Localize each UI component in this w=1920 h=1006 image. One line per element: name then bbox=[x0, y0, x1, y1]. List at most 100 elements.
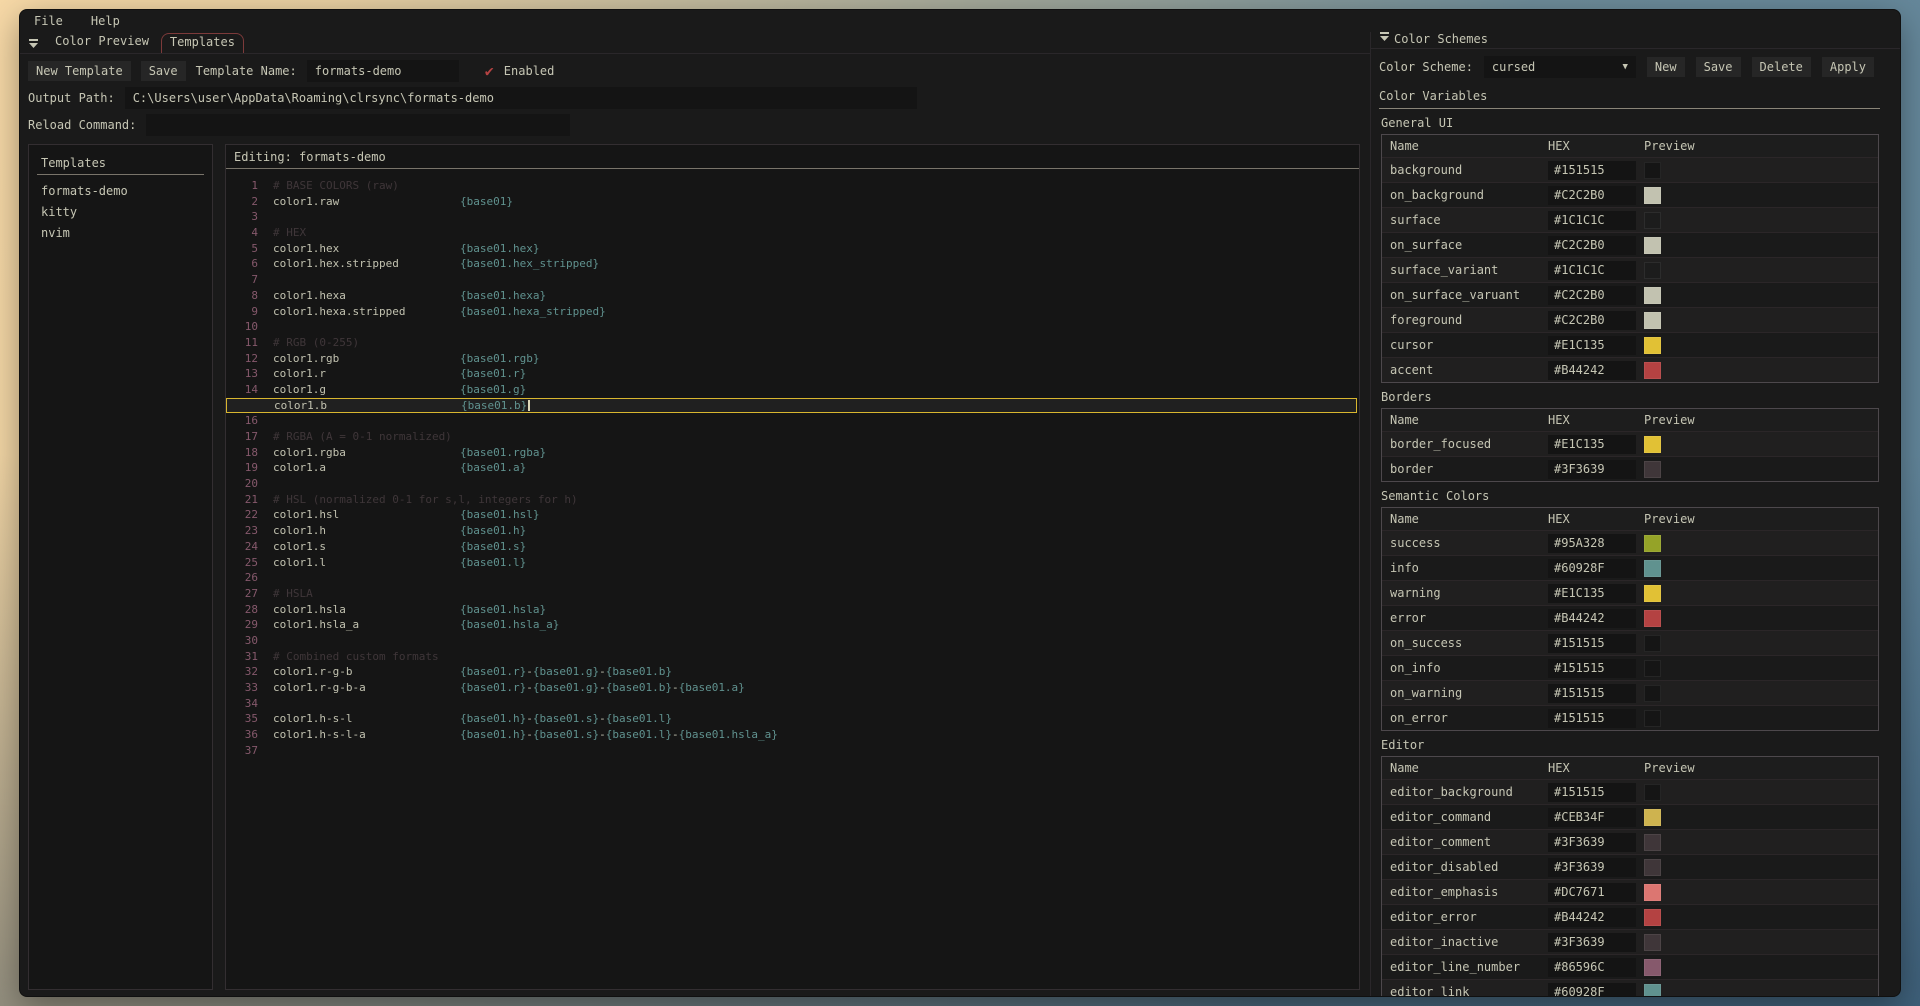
color-swatch[interactable] bbox=[1644, 535, 1661, 552]
template-name-input[interactable]: formats-demo bbox=[307, 60, 459, 82]
hex-input[interactable]: #E1C135 bbox=[1548, 435, 1636, 454]
code-line[interactable]: 6color1.hex.stripped{base01.hex_stripped… bbox=[226, 256, 1359, 272]
menu-item-help[interactable]: Help bbox=[91, 14, 120, 28]
color-swatch[interactable] bbox=[1644, 710, 1661, 727]
template-item-formats-demo[interactable]: formats-demo bbox=[29, 181, 212, 202]
code-line[interactable]: 2color1.raw{base01} bbox=[226, 194, 1359, 210]
code-line[interactable]: 21# HSL (normalized 0-1 for s,l, integer… bbox=[226, 492, 1359, 508]
reload-command-input[interactable] bbox=[146, 114, 570, 136]
color-swatch[interactable] bbox=[1644, 362, 1661, 379]
hex-input[interactable]: #CEB34F bbox=[1548, 808, 1636, 827]
template-item-kitty[interactable]: kitty bbox=[29, 202, 212, 223]
hex-input[interactable]: #DC7671 bbox=[1548, 883, 1636, 902]
color-swatch[interactable] bbox=[1644, 436, 1661, 453]
color-swatch[interactable] bbox=[1644, 635, 1661, 652]
save-scheme-button[interactable]: Save bbox=[1696, 57, 1741, 77]
code-line[interactable]: 12color1.rgb{base01.rgb} bbox=[226, 351, 1359, 367]
code-line[interactable]: 28color1.hsla{base01.hsla} bbox=[226, 602, 1359, 618]
color-swatch[interactable] bbox=[1644, 287, 1661, 304]
color-swatch[interactable] bbox=[1644, 909, 1661, 926]
code-line[interactable]: 32color1.r-g-b{base01.r}-{base01.g}-{bas… bbox=[226, 664, 1359, 680]
new-template-button[interactable]: New Template bbox=[28, 61, 131, 81]
code-line[interactable]: 1# BASE COLORS (raw) bbox=[226, 178, 1359, 194]
hex-input[interactable]: #1C1C1C bbox=[1548, 211, 1636, 230]
color-swatch[interactable] bbox=[1644, 187, 1661, 204]
hex-input[interactable]: #C2C2B0 bbox=[1548, 186, 1636, 205]
color-swatch[interactable] bbox=[1644, 859, 1661, 876]
tab-color-preview[interactable]: Color Preview bbox=[47, 33, 157, 53]
code-line[interactable]: 18color1.rgba{base01.rgba} bbox=[226, 445, 1359, 461]
output-path-input[interactable]: C:\Users\user\AppData\Roaming\clrsync\fo… bbox=[125, 87, 917, 109]
code-line[interactable]: 14color1.g{base01.g} bbox=[226, 382, 1359, 398]
color-swatch[interactable] bbox=[1644, 884, 1661, 901]
code-line[interactable]: 25color1.l{base01.l} bbox=[226, 555, 1359, 571]
tab-templates[interactable]: Templates bbox=[161, 33, 244, 53]
color-swatch[interactable] bbox=[1644, 685, 1661, 702]
color-swatch[interactable] bbox=[1644, 312, 1661, 329]
code-line[interactable]: 35color1.h-s-l{base01.h}-{base01.s}-{bas… bbox=[226, 711, 1359, 727]
color-swatch[interactable] bbox=[1644, 560, 1661, 577]
hex-input[interactable]: #151515 bbox=[1548, 684, 1636, 703]
new-scheme-button[interactable]: New bbox=[1647, 57, 1685, 77]
color-swatch[interactable] bbox=[1644, 784, 1661, 801]
hex-input[interactable]: #60928F bbox=[1548, 559, 1636, 578]
code-line[interactable]: 26 bbox=[226, 570, 1359, 586]
code-line[interactable]: 10 bbox=[226, 319, 1359, 335]
color-swatch[interactable] bbox=[1644, 162, 1661, 179]
code-line[interactable]: 27# HSLA bbox=[226, 586, 1359, 602]
save-template-button[interactable]: Save bbox=[141, 61, 186, 81]
menu-item-file[interactable]: File bbox=[34, 14, 63, 28]
code-line[interactable]: 5color1.hex{base01.hex} bbox=[226, 241, 1359, 257]
hex-input[interactable]: #151515 bbox=[1548, 634, 1636, 653]
hex-input[interactable]: #60928F bbox=[1548, 983, 1636, 997]
code-line[interactable]: 29color1.hsla_a{base01.hsla_a} bbox=[226, 617, 1359, 633]
code-line[interactable]: 17# RGBA (A = 0-1 normalized) bbox=[226, 429, 1359, 445]
code-line[interactable]: 20 bbox=[226, 476, 1359, 492]
code-line[interactable]: 13color1.r{base01.r} bbox=[226, 366, 1359, 382]
color-swatch[interactable] bbox=[1644, 337, 1661, 354]
code-line[interactable]: 7 bbox=[226, 272, 1359, 288]
code-line[interactable]: 4# HEX bbox=[226, 225, 1359, 241]
active-line[interactable]: 15color1.b{base01.b} bbox=[226, 398, 1357, 414]
code-line[interactable]: 34 bbox=[226, 696, 1359, 712]
hex-input[interactable]: #3F3639 bbox=[1548, 460, 1636, 479]
hex-input[interactable]: #E1C135 bbox=[1548, 336, 1636, 355]
color-swatch[interactable] bbox=[1644, 959, 1661, 976]
hex-input[interactable]: #151515 bbox=[1548, 783, 1636, 802]
hex-input[interactable]: #C2C2B0 bbox=[1548, 236, 1636, 255]
color-swatch[interactable] bbox=[1644, 610, 1661, 627]
code-area[interactable]: 1# BASE COLORS (raw)2color1.raw{base01}3… bbox=[226, 169, 1359, 989]
hex-input[interactable]: #C2C2B0 bbox=[1548, 286, 1636, 305]
code-line[interactable]: 37 bbox=[226, 743, 1359, 759]
hex-input[interactable]: #B44242 bbox=[1548, 361, 1636, 380]
color-swatch[interactable] bbox=[1644, 212, 1661, 229]
code-line[interactable]: 11# RGB (0-255) bbox=[226, 335, 1359, 351]
enabled-checkbox[interactable]: ✔ bbox=[485, 64, 494, 79]
color-swatch[interactable] bbox=[1644, 660, 1661, 677]
apply-scheme-button[interactable]: Apply bbox=[1822, 57, 1874, 77]
collapse-arrow-icon[interactable] bbox=[1379, 32, 1390, 42]
code-line[interactable]: 9color1.hexa.stripped{base01.hexa_stripp… bbox=[226, 304, 1359, 320]
hex-input[interactable]: #151515 bbox=[1548, 161, 1636, 180]
color-swatch[interactable] bbox=[1644, 237, 1661, 254]
color-scheme-select[interactable]: cursed ▼ bbox=[1484, 56, 1636, 78]
template-item-nvim[interactable]: nvim bbox=[29, 223, 212, 244]
hex-input[interactable]: #3F3639 bbox=[1548, 858, 1636, 877]
color-swatch[interactable] bbox=[1644, 934, 1661, 951]
color-swatch[interactable] bbox=[1644, 262, 1661, 279]
hex-input[interactable]: #151515 bbox=[1548, 659, 1636, 678]
code-line[interactable]: 8color1.hexa{base01.hexa} bbox=[226, 288, 1359, 304]
hex-input[interactable]: #86596C bbox=[1548, 958, 1636, 977]
color-swatch[interactable] bbox=[1644, 809, 1661, 826]
delete-scheme-button[interactable]: Delete bbox=[1752, 57, 1811, 77]
color-swatch[interactable] bbox=[1644, 461, 1661, 478]
hex-input[interactable]: #3F3639 bbox=[1548, 833, 1636, 852]
code-line[interactable]: 16 bbox=[226, 413, 1359, 429]
code-line[interactable]: 3 bbox=[226, 209, 1359, 225]
hex-input[interactable]: #B44242 bbox=[1548, 609, 1636, 628]
hex-input[interactable]: #1C1C1C bbox=[1548, 261, 1636, 280]
code-line[interactable]: 24color1.s{base01.s} bbox=[226, 539, 1359, 555]
code-line[interactable]: 30 bbox=[226, 633, 1359, 649]
hex-input[interactable]: #E1C135 bbox=[1548, 584, 1636, 603]
hex-input[interactable]: #151515 bbox=[1548, 709, 1636, 728]
